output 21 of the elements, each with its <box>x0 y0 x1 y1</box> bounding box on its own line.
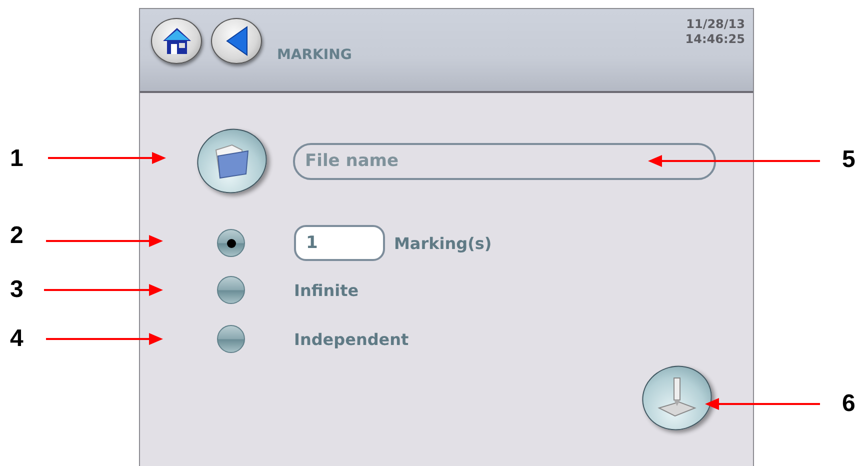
radio-button[interactable] <box>217 325 245 353</box>
time-text: 14:46:25 <box>685 32 745 47</box>
count-field[interactable]: 1 <box>294 225 385 261</box>
callout-number: 2 <box>10 222 24 250</box>
callout-number: 5 <box>842 146 856 174</box>
back-arrow-icon <box>224 26 248 56</box>
callout-number: 3 <box>10 276 24 304</box>
back-button[interactable] <box>211 18 262 64</box>
date-text: 11/28/13 <box>686 17 745 32</box>
callout-number: 4 <box>10 325 24 353</box>
callout-number: 6 <box>842 390 856 418</box>
house-icon <box>162 27 192 55</box>
mode-label: Marking(s) <box>394 234 492 252</box>
radio-button[interactable] <box>217 276 245 304</box>
mode-label: Infinite <box>294 280 359 300</box>
callout-number: 1 <box>10 145 24 173</box>
file-name-field[interactable]: File name <box>293 142 716 180</box>
radio-button[interactable] <box>217 229 245 257</box>
mode-label: Independent <box>294 330 409 348</box>
screen-title: MARKING <box>277 47 352 63</box>
home-button[interactable] <box>151 18 202 64</box>
